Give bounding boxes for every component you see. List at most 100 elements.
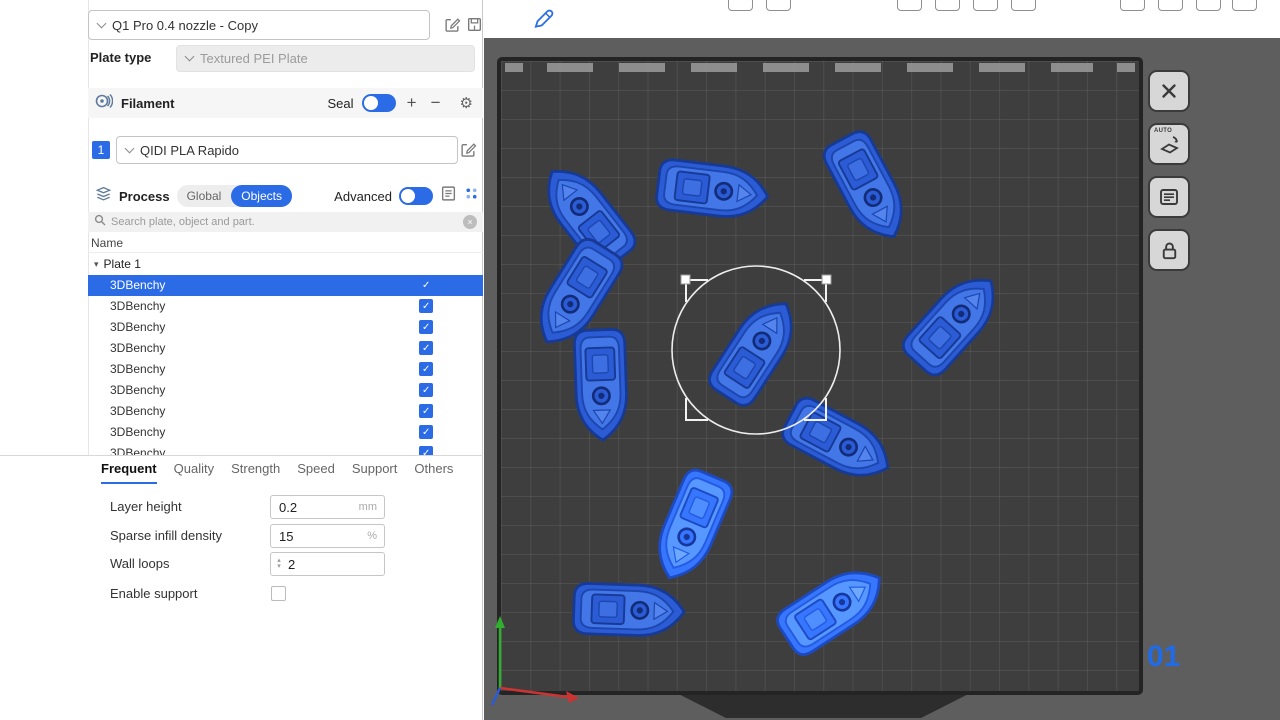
spin-down-icon[interactable]: ▾	[277, 564, 281, 570]
object-label: 3DBenchy	[110, 362, 165, 376]
benchy-model[interactable]	[820, 127, 916, 248]
lock-plate-button[interactable]	[1148, 229, 1190, 271]
edit-pencil-icon[interactable]	[532, 7, 555, 35]
tree-plate-row[interactable]: ▾ Plate 1	[88, 253, 483, 275]
toolbar-icon-partial[interactable]	[728, 0, 753, 11]
process-list-icon[interactable]	[440, 185, 457, 207]
edit-filament-icon[interactable]	[460, 141, 477, 158]
enable-support-checkbox[interactable]	[271, 586, 286, 601]
selection-handle[interactable]	[822, 275, 831, 284]
object-checkbox[interactable]	[419, 362, 433, 376]
plate-type-select[interactable]: Textured PEI Plate	[176, 45, 475, 72]
object-checkbox[interactable]	[419, 383, 433, 397]
edit-preset-icon[interactable]	[444, 16, 461, 33]
advanced-toggle[interactable]	[399, 187, 433, 205]
settings-tab[interactable]: Strength	[231, 456, 280, 484]
object-checkbox[interactable]	[419, 446, 433, 455]
viewport-3d[interactable]: AUTO 01	[484, 0, 1280, 720]
object-row[interactable]: 3DBenchy	[88, 317, 483, 338]
benchy-model[interactable]	[898, 264, 1009, 380]
plate-label: Plate 1	[104, 257, 141, 271]
settings-tab[interactable]: Frequent	[101, 456, 157, 484]
object-row[interactable]: 3DBenchy	[88, 275, 483, 296]
toolbar-icon-partial[interactable]	[1232, 0, 1257, 11]
object-label: 3DBenchy	[110, 404, 165, 418]
process-section-header: Process Global Objects Advanced	[88, 183, 483, 209]
delete-all-button[interactable]	[1148, 70, 1190, 112]
settings-tab[interactable]: Speed	[297, 456, 335, 484]
object-row[interactable]: 3DBenchy	[88, 422, 483, 443]
save-preset-icon[interactable]	[466, 16, 483, 33]
object-checkbox[interactable]	[419, 404, 433, 418]
benchy-model[interactable]	[778, 394, 899, 490]
settings-tab[interactable]: Support	[352, 456, 398, 484]
filament-settings-gear-icon[interactable]: ⚙	[460, 94, 473, 112]
seal-toggle[interactable]	[362, 94, 396, 112]
chevron-down-icon	[97, 18, 107, 28]
benchy-model[interactable]	[655, 158, 771, 221]
search-bar: ×	[88, 212, 483, 232]
object-row[interactable]: 3DBenchy	[88, 296, 483, 317]
toolbar-icon-partial[interactable]	[1011, 0, 1036, 11]
object-checkbox[interactable]	[419, 299, 433, 313]
object-row[interactable]: 3DBenchy	[88, 380, 483, 401]
object-row[interactable]: 3DBenchy	[88, 338, 483, 359]
clear-search-icon[interactable]: ×	[463, 215, 477, 229]
benchy-model[interactable]	[573, 583, 685, 637]
setting-label: Layer height	[110, 494, 182, 520]
benchy-model[interactable]	[574, 329, 628, 441]
plate-settings-button[interactable]	[1148, 176, 1190, 218]
toolbar-icon-partial[interactable]	[1120, 0, 1145, 11]
process-scope-objects[interactable]: Objects	[231, 185, 292, 207]
toolbar-icon-partial[interactable]	[897, 0, 922, 11]
object-checkbox[interactable]	[419, 278, 433, 292]
filament-section-title: Filament	[121, 96, 174, 111]
scene-canvas[interactable]: AUTO 01	[484, 38, 1280, 720]
stepper-arrows[interactable]: ▴ ▾	[271, 558, 284, 570]
wall-loops-field: ▴ ▾	[270, 552, 385, 576]
benchy-model[interactable]	[646, 466, 736, 587]
add-filament-button[interactable]: +	[404, 95, 420, 111]
benchy-model[interactable]	[773, 557, 893, 659]
left-sidebar: Q1 Pro 0.4 nozzle - Copy Plate type Text…	[0, 0, 483, 720]
object-row[interactable]: 3DBenchy	[88, 443, 483, 455]
filament-spool-icon	[95, 92, 113, 115]
object-checkbox[interactable]	[419, 341, 433, 355]
process-section-title: Process	[119, 189, 170, 204]
auto-orient-label: AUTO	[1154, 128, 1172, 134]
object-row[interactable]: 3DBenchy	[88, 401, 483, 422]
chevron-down-icon	[125, 143, 135, 153]
toolbar-icon-partial[interactable]	[1158, 0, 1183, 11]
toolbar-icon-partial[interactable]	[766, 0, 791, 11]
object-label: 3DBenchy	[110, 341, 165, 355]
object-label: 3DBenchy	[110, 383, 165, 397]
caret-down-icon[interactable]: ▾	[94, 259, 99, 270]
selection-handle[interactable]	[681, 275, 690, 284]
filament-slot-badge: 1	[92, 141, 110, 159]
toolbar-icon-partial[interactable]	[973, 0, 998, 11]
object-checkbox[interactable]	[419, 425, 433, 439]
benchy-model[interactable]	[705, 290, 807, 410]
plate-number-label: 01	[1147, 640, 1180, 674]
object-grid-icon[interactable]	[464, 186, 479, 206]
settings-tab[interactable]: Others	[414, 456, 453, 484]
remove-filament-button[interactable]: −	[428, 95, 444, 111]
advanced-label: Advanced	[334, 189, 392, 204]
object-label: 3DBenchy	[110, 299, 165, 313]
settings-tab[interactable]: Quality	[174, 456, 214, 484]
object-row[interactable]: 3DBenchy	[88, 359, 483, 380]
filament-preset-select[interactable]: QIDI PLA Rapido	[116, 136, 458, 164]
process-scope-global[interactable]: Global	[177, 185, 232, 207]
plate-type-value: Textured PEI Plate	[200, 51, 308, 66]
toolbar-icon-partial[interactable]	[1196, 0, 1221, 11]
printer-preset-select[interactable]: Q1 Pro 0.4 nozzle - Copy	[88, 10, 430, 40]
search-input[interactable]	[111, 216, 458, 228]
object-checkbox[interactable]	[419, 320, 433, 334]
unit-label: %	[367, 530, 377, 542]
infill-density-field: %	[270, 524, 385, 548]
setting-row: Enable support	[0, 581, 483, 607]
tree-name-header: Name	[88, 233, 483, 253]
wall-loops-input[interactable]	[284, 557, 384, 572]
auto-orient-button[interactable]: AUTO	[1148, 123, 1190, 165]
toolbar-icon-partial[interactable]	[935, 0, 960, 11]
